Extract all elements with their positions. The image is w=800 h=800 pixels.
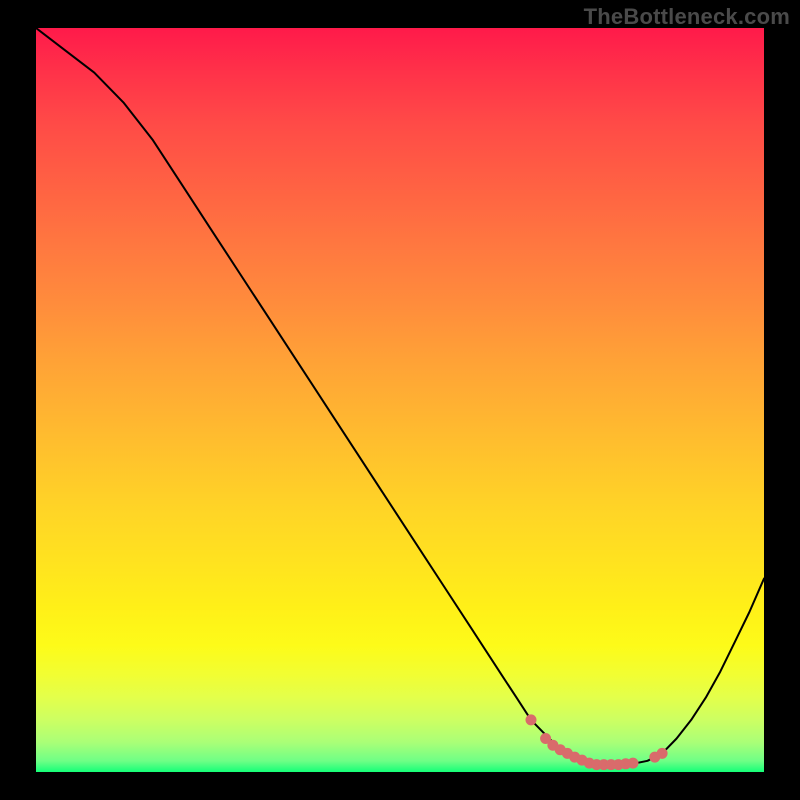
highlight-dot (628, 758, 639, 769)
highlight-dot (657, 748, 668, 759)
bottleneck-curve-path (36, 28, 764, 765)
chart-frame: TheBottleneck.com (0, 0, 800, 800)
plot-area (36, 28, 764, 772)
curve-layer (36, 28, 764, 772)
highlight-dot (526, 714, 537, 725)
watermark-text: TheBottleneck.com (584, 4, 790, 30)
